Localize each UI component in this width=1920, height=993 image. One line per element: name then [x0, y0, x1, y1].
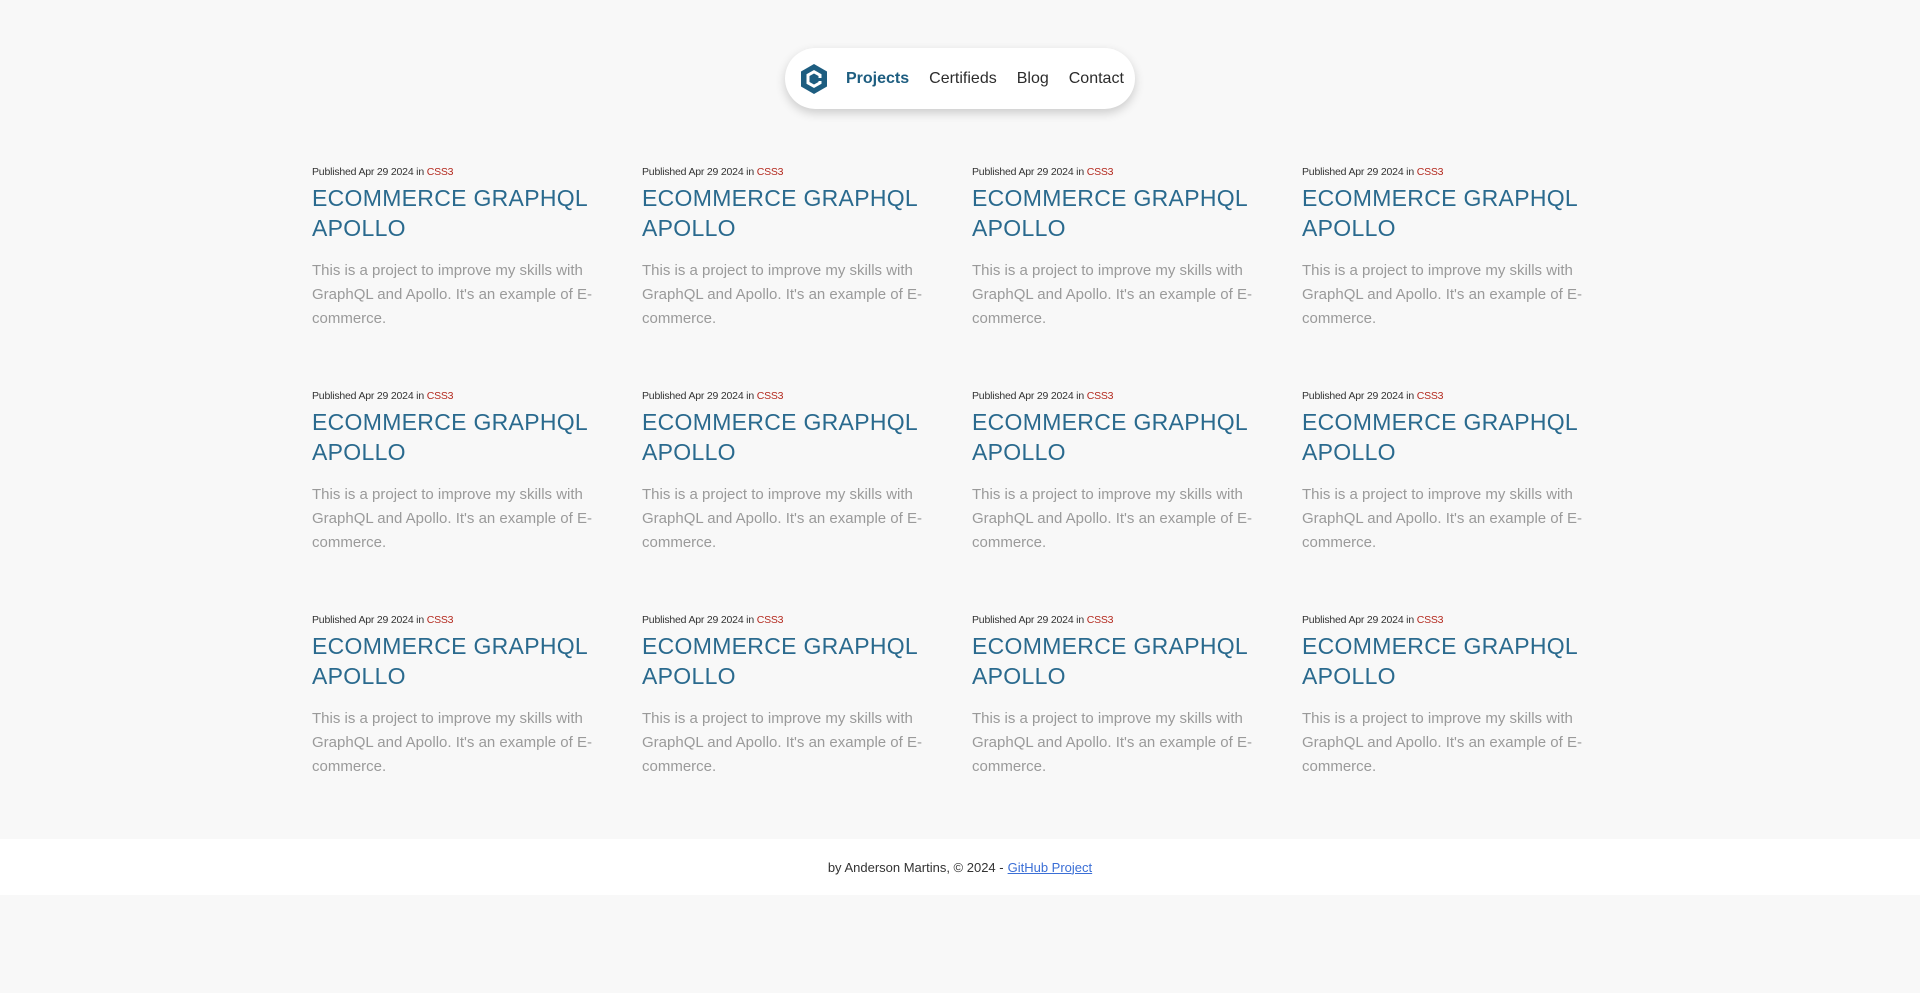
- project-description: This is a project to improve my skills w…: [642, 710, 922, 775]
- project-meta: Published Apr 29 2024 in CSS3: [1302, 166, 1592, 178]
- published-date: Published Apr 29 2024 in: [642, 390, 754, 402]
- project-card[interactable]: Published Apr 29 2024 in CSS3 ECOMMERCE …: [1302, 160, 1592, 384]
- top-navigation: Projects Certifieds Blog Contact: [0, 48, 1920, 109]
- hexagon-logo-icon[interactable]: [800, 63, 828, 95]
- project-title[interactable]: ECOMMERCE GRAPHQL APOLLO: [1302, 407, 1592, 467]
- project-card[interactable]: Published Apr 29 2024 in CSS3 ECOMMERCE …: [642, 160, 932, 384]
- project-meta: Published Apr 29 2024 in CSS3: [972, 166, 1262, 178]
- project-description: This is a project to improve my skills w…: [972, 262, 1252, 327]
- project-description: This is a project to improve my skills w…: [1302, 486, 1582, 551]
- project-description: This is a project to improve my skills w…: [642, 262, 922, 327]
- published-date: Published Apr 29 2024 in: [1302, 390, 1414, 402]
- project-description: This is a project to improve my skills w…: [312, 262, 592, 327]
- nav-item-contact[interactable]: Contact: [1069, 70, 1124, 88]
- project-title[interactable]: ECOMMERCE GRAPHQL APOLLO: [1302, 183, 1592, 243]
- published-date: Published Apr 29 2024 in: [1302, 166, 1414, 178]
- published-date: Published Apr 29 2024 in: [972, 390, 1084, 402]
- project-tag[interactable]: CSS3: [757, 166, 784, 178]
- nav-item-blog[interactable]: Blog: [1017, 70, 1049, 88]
- project-meta: Published Apr 29 2024 in CSS3: [972, 614, 1262, 626]
- project-card[interactable]: Published Apr 29 2024 in CSS3 ECOMMERCE …: [642, 608, 932, 832]
- project-meta: Published Apr 29 2024 in CSS3: [1302, 614, 1592, 626]
- project-title[interactable]: ECOMMERCE GRAPHQL APOLLO: [312, 183, 602, 243]
- project-title[interactable]: ECOMMERCE GRAPHQL APOLLO: [972, 631, 1262, 691]
- project-tag[interactable]: CSS3: [1087, 166, 1114, 178]
- project-meta: Published Apr 29 2024 in CSS3: [312, 614, 602, 626]
- project-meta: Published Apr 29 2024 in CSS3: [972, 390, 1262, 402]
- project-tag[interactable]: CSS3: [757, 390, 784, 402]
- published-date: Published Apr 29 2024 in: [312, 614, 424, 626]
- project-card[interactable]: Published Apr 29 2024 in CSS3 ECOMMERCE …: [972, 384, 1262, 608]
- project-meta: Published Apr 29 2024 in CSS3: [312, 166, 602, 178]
- project-description: This is a project to improve my skills w…: [1302, 710, 1582, 775]
- page-footer: by Anderson Martins, © 2024 - GitHub Pro…: [0, 839, 1920, 895]
- project-tag[interactable]: CSS3: [757, 614, 784, 626]
- nav-item-certifieds[interactable]: Certifieds: [929, 70, 997, 88]
- project-grid: Published Apr 29 2024 in CSS3 ECOMMERCE …: [312, 160, 1618, 832]
- nav-item-projects[interactable]: Projects: [846, 70, 909, 88]
- project-card[interactable]: Published Apr 29 2024 in CSS3 ECOMMERCE …: [312, 160, 602, 384]
- published-date: Published Apr 29 2024 in: [312, 390, 424, 402]
- project-tag[interactable]: CSS3: [1087, 614, 1114, 626]
- project-card[interactable]: Published Apr 29 2024 in CSS3 ECOMMERCE …: [642, 384, 932, 608]
- project-meta: Published Apr 29 2024 in CSS3: [642, 614, 932, 626]
- project-card[interactable]: Published Apr 29 2024 in CSS3 ECOMMERCE …: [972, 160, 1262, 384]
- project-description: This is a project to improve my skills w…: [972, 710, 1252, 775]
- published-date: Published Apr 29 2024 in: [642, 166, 754, 178]
- project-tag[interactable]: CSS3: [1087, 390, 1114, 402]
- nav-pill: Projects Certifieds Blog Contact: [785, 48, 1135, 109]
- project-tag[interactable]: CSS3: [1417, 614, 1444, 626]
- project-description: This is a project to improve my skills w…: [312, 486, 592, 551]
- project-card[interactable]: Published Apr 29 2024 in CSS3 ECOMMERCE …: [972, 608, 1262, 832]
- project-meta: Published Apr 29 2024 in CSS3: [642, 390, 932, 402]
- published-date: Published Apr 29 2024 in: [972, 166, 1084, 178]
- project-tag[interactable]: CSS3: [427, 390, 454, 402]
- project-tag[interactable]: CSS3: [427, 614, 454, 626]
- project-description: This is a project to improve my skills w…: [1302, 262, 1582, 327]
- github-project-link[interactable]: GitHub Project: [1008, 860, 1093, 875]
- project-description: This is a project to improve my skills w…: [642, 486, 922, 551]
- project-title[interactable]: ECOMMERCE GRAPHQL APOLLO: [972, 183, 1262, 243]
- project-title[interactable]: ECOMMERCE GRAPHQL APOLLO: [642, 631, 932, 691]
- project-meta: Published Apr 29 2024 in CSS3: [642, 166, 932, 178]
- project-title[interactable]: ECOMMERCE GRAPHQL APOLLO: [642, 183, 932, 243]
- project-description: This is a project to improve my skills w…: [312, 710, 592, 775]
- project-card[interactable]: Published Apr 29 2024 in CSS3 ECOMMERCE …: [1302, 608, 1592, 832]
- project-title[interactable]: ECOMMERCE GRAPHQL APOLLO: [972, 407, 1262, 467]
- project-title[interactable]: ECOMMERCE GRAPHQL APOLLO: [312, 407, 602, 467]
- published-date: Published Apr 29 2024 in: [1302, 614, 1414, 626]
- project-title[interactable]: ECOMMERCE GRAPHQL APOLLO: [312, 631, 602, 691]
- project-description: This is a project to improve my skills w…: [972, 486, 1252, 551]
- project-meta: Published Apr 29 2024 in CSS3: [1302, 390, 1592, 402]
- published-date: Published Apr 29 2024 in: [312, 166, 424, 178]
- project-card[interactable]: Published Apr 29 2024 in CSS3 ECOMMERCE …: [312, 608, 602, 832]
- published-date: Published Apr 29 2024 in: [642, 614, 754, 626]
- project-tag[interactable]: CSS3: [1417, 166, 1444, 178]
- project-meta: Published Apr 29 2024 in CSS3: [312, 390, 602, 402]
- project-tag[interactable]: CSS3: [1417, 390, 1444, 402]
- published-date: Published Apr 29 2024 in: [972, 614, 1084, 626]
- project-card[interactable]: Published Apr 29 2024 in CSS3 ECOMMERCE …: [312, 384, 602, 608]
- project-tag[interactable]: CSS3: [427, 166, 454, 178]
- project-title[interactable]: ECOMMERCE GRAPHQL APOLLO: [642, 407, 932, 467]
- project-card[interactable]: Published Apr 29 2024 in CSS3 ECOMMERCE …: [1302, 384, 1592, 608]
- footer-credit: by Anderson Martins, © 2024 -: [827, 859, 1004, 875]
- project-title[interactable]: ECOMMERCE GRAPHQL APOLLO: [1302, 631, 1592, 691]
